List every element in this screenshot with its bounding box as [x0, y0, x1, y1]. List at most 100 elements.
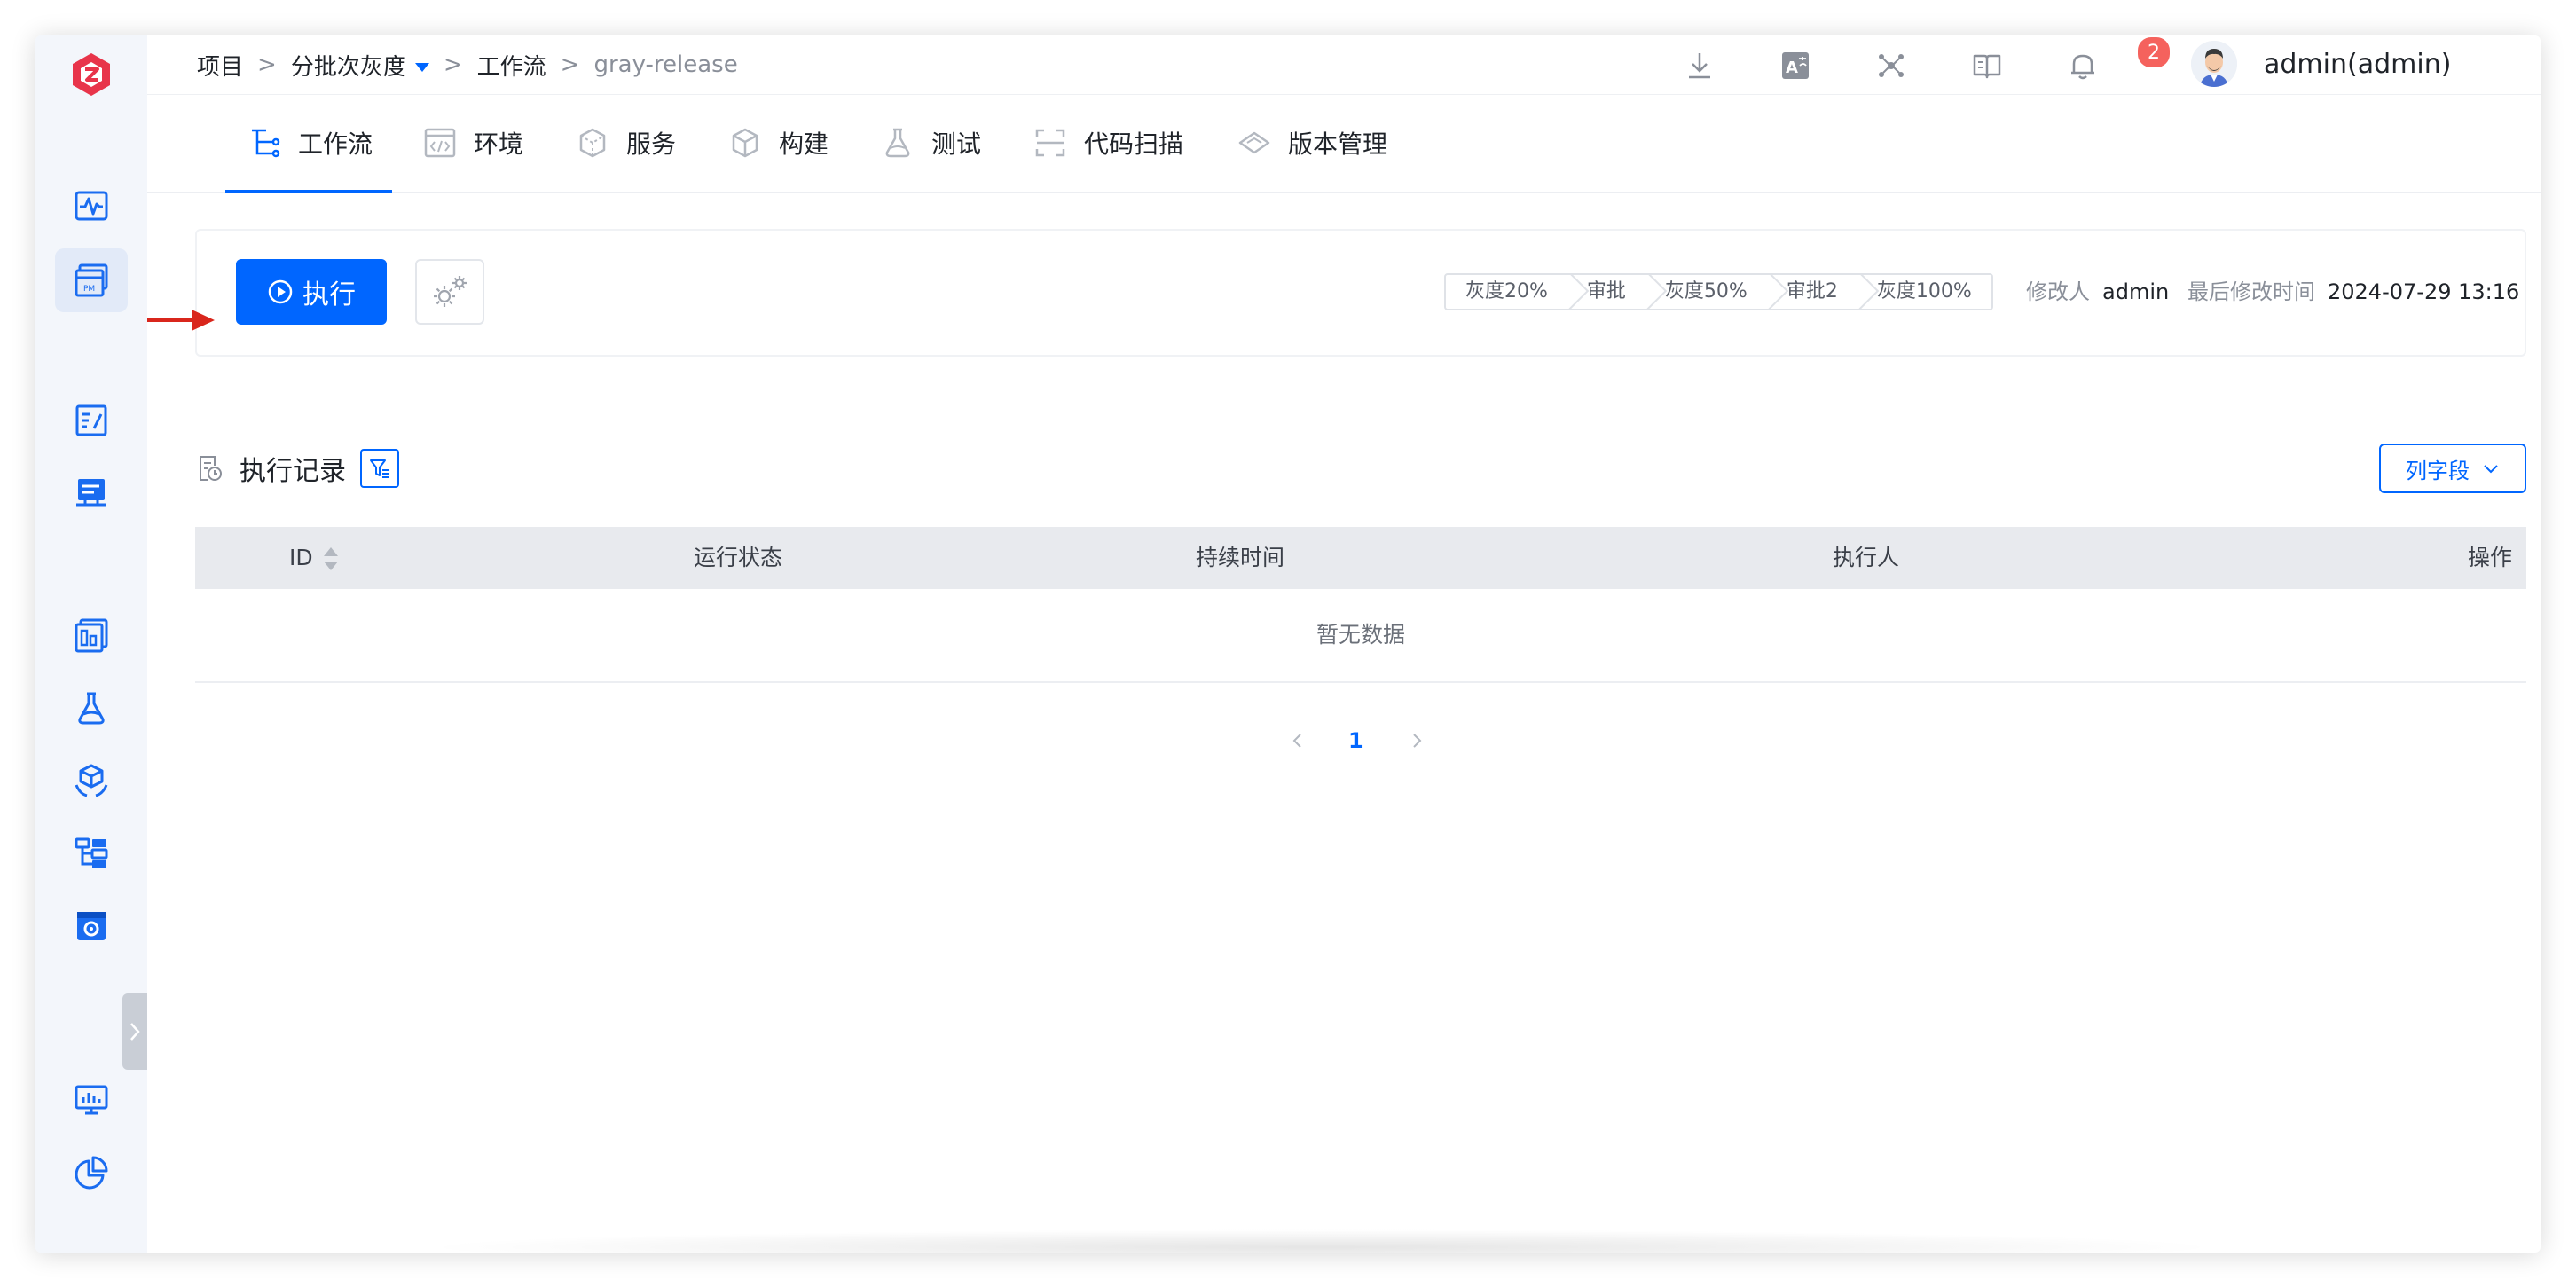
breadcrumb-workflow: gray-release: [593, 51, 738, 78]
modifier-value: admin: [2102, 279, 2170, 304]
service-icon: [579, 128, 606, 158]
project-management-icon: PM: [75, 263, 108, 297]
breadcrumb-separator: >: [257, 51, 277, 78]
breadcrumb: 项目 > 分批次灰度 > 工作流 > gray-release: [197, 35, 738, 94]
tab-version[interactable]: 版本管理: [1237, 94, 1387, 192]
red-arrow-icon: [147, 310, 215, 331]
breadcrumb-separator: >: [560, 51, 580, 78]
pagination-next[interactable]: [1407, 726, 1426, 756]
sidebar-item-artifacts[interactable]: [55, 749, 128, 813]
test-flask-icon: [885, 128, 910, 158]
bell-icon[interactable]: [2067, 50, 2099, 82]
chevron-right-icon: [130, 1023, 140, 1041]
pagination-prev[interactable]: [1288, 726, 1308, 756]
tab-label: 环境: [474, 130, 524, 159]
user-avatar-icon: [2191, 41, 2237, 87]
tab-environment[interactable]: 环境: [422, 94, 523, 192]
tab-build[interactable]: 构建: [727, 94, 829, 192]
top-header: 项目 > 分批次灰度 > 工作流 > gray-release A 2 admi…: [147, 35, 2541, 95]
modified-time-value: 2024-07-29 13:16: [2328, 279, 2520, 304]
sidebar-item-system-settings[interactable]: [55, 894, 128, 958]
run-button-label: 执行: [302, 279, 356, 310]
chevron-left-icon: [1292, 734, 1301, 748]
tab-test[interactable]: 测试: [880, 94, 981, 192]
sidebar-item-statistics[interactable]: [55, 1141, 128, 1205]
notification-badge: 2: [2136, 35, 2172, 69]
avatar[interactable]: [2191, 41, 2237, 87]
breadcrumb-project[interactable]: 项目: [197, 49, 243, 82]
sidebar-item-reports[interactable]: [55, 603, 128, 667]
column-fields-button[interactable]: 列字段: [2379, 444, 2526, 493]
record-history-icon: [200, 456, 222, 481]
pulse-chart-icon: [75, 191, 108, 221]
column-header-duration: 持续时间: [1196, 545, 1285, 570]
stage-item: 灰度50%: [1645, 275, 1767, 309]
hierarchy-icon: [75, 837, 108, 868]
play-circle-icon: [268, 279, 293, 304]
tab-service[interactable]: 服务: [575, 94, 676, 192]
sort-icon[interactable]: [323, 547, 338, 570]
bottom-shadow: [417, 1229, 2227, 1253]
tab-label: 工作流: [298, 130, 373, 159]
language-icon[interactable]: A: [1779, 50, 1811, 82]
environment-icon: [424, 128, 456, 158]
sidebar-item-resources[interactable]: [55, 821, 128, 885]
tab-label: 服务: [626, 130, 677, 159]
svg-text:A: A: [1786, 59, 1798, 77]
plugin-network-icon[interactable]: [1875, 50, 1907, 82]
package-hand-icon: [75, 764, 108, 797]
sidebar-item-dashboard[interactable]: [55, 174, 128, 238]
records-filter-button[interactable]: [360, 449, 399, 488]
sidebar-item-projects[interactable]: PM: [55, 248, 128, 312]
tab-label: 版本管理: [1288, 130, 1388, 159]
breadcrumb-section[interactable]: 工作流: [477, 49, 546, 82]
breadcrumb-separator: >: [443, 51, 463, 78]
edit-document-icon: [75, 404, 107, 436]
modified-time-info: 最后修改时间 2024-07-29 13:16: [2187, 273, 2519, 310]
download-icon[interactable]: [1684, 50, 1716, 82]
column-header-status: 运行状态: [694, 545, 783, 570]
sidebar-item-monitoring[interactable]: [55, 1068, 128, 1132]
caret-down-icon: [414, 63, 429, 72]
tab-label: 测试: [931, 130, 982, 159]
stage-item: 灰度20%: [1465, 280, 1548, 302]
app-window: PM 项目 > 分批次灰度 > 工作流 > gray-release A 2 a…: [35, 35, 2541, 1253]
settings-box-icon: [77, 912, 106, 940]
flask-icon: [78, 692, 105, 725]
stage-item: 灰度100%: [1857, 275, 1991, 309]
sidebar-collapse-handle[interactable]: [122, 993, 147, 1070]
app-logo-icon[interactable]: [60, 44, 122, 106]
pagination-page[interactable]: 1: [1348, 726, 1363, 756]
records-title: 执行记录: [195, 449, 346, 488]
records-table-header: ID 运行状态 持续时间 执行人 操作: [195, 527, 2526, 589]
workflow-icon: [252, 129, 280, 158]
gears-icon: [434, 276, 467, 307]
report-grid-icon: [75, 618, 108, 653]
tab-label: 代码扫描: [1084, 130, 1184, 159]
column-fields-label: 列字段: [2406, 458, 2470, 483]
breadcrumb-current-project[interactable]: 分批次灰度: [291, 49, 429, 82]
release-board-icon: [76, 479, 106, 507]
sidebar: PM: [35, 35, 147, 1253]
sidebar-item-testing[interactable]: [55, 676, 128, 740]
records-title-label: 执行记录: [240, 456, 346, 487]
modifier-info: 修改人 admin: [2026, 273, 2169, 310]
module-tabs: 工作流 环境 服务 构建 测试 代码扫描 版本管理: [147, 94, 2541, 193]
workflow-settings-button[interactable]: [415, 259, 484, 325]
code-scan-icon: [1035, 129, 1065, 157]
build-icon: [732, 128, 758, 158]
user-name[interactable]: admin(admin): [2264, 35, 2451, 94]
tab-workflow[interactable]: 工作流: [224, 94, 393, 193]
run-workflow-button[interactable]: 执行: [236, 259, 387, 325]
version-icon: [1238, 131, 1270, 154]
docs-book-icon[interactable]: [1971, 50, 2003, 82]
monitor-chart-icon: [75, 1085, 108, 1115]
pie-chart-icon: [75, 1156, 108, 1190]
sidebar-item-release[interactable]: [55, 461, 128, 525]
stage-pipeline: 灰度20% 审批 灰度50% 审批2 灰度100%: [1444, 273, 1993, 310]
filter-icon: [370, 459, 389, 478]
tab-code-scan[interactable]: 代码扫描: [1033, 94, 1183, 192]
sidebar-item-workflow-tasks[interactable]: [55, 389, 128, 452]
column-header-id[interactable]: ID: [289, 527, 338, 589]
modifier-key: 修改人: [2026, 279, 2090, 304]
